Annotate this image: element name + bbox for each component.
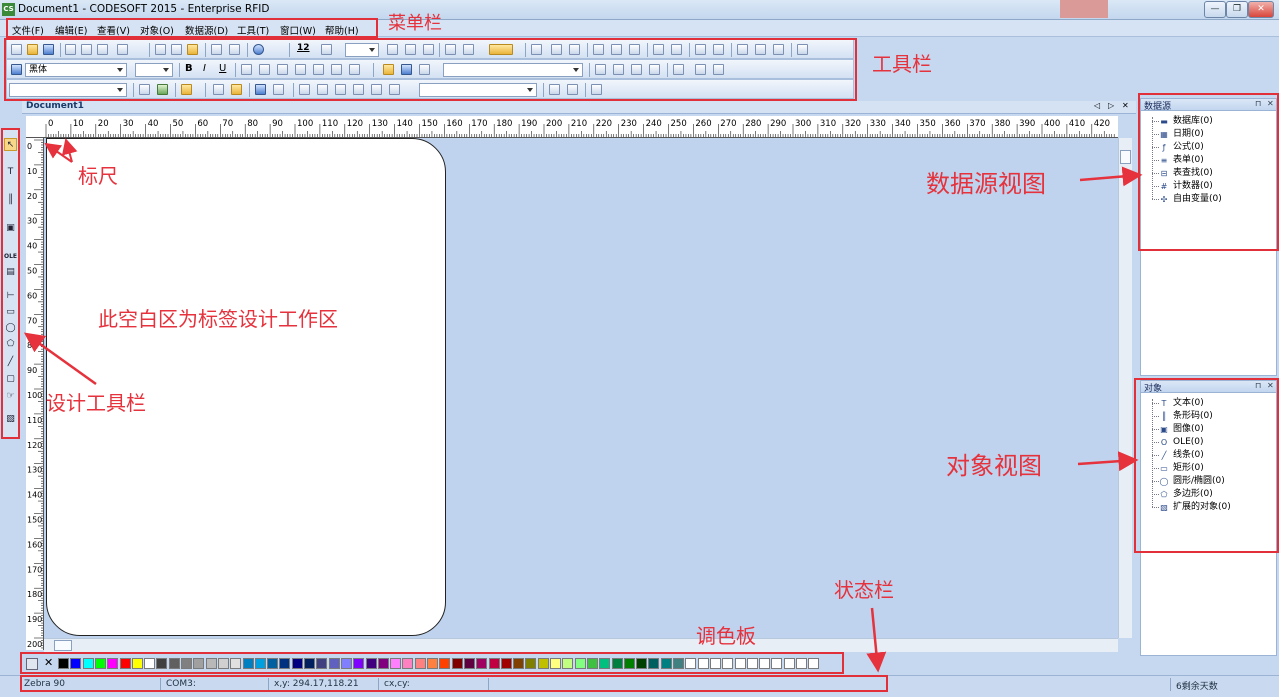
design-toolbar-arrow <box>23 332 97 386</box>
statusbar-arrow <box>866 607 887 673</box>
annotation-arrows <box>23 138 1143 673</box>
datasource-arrow <box>1079 166 1143 187</box>
objects-arrow <box>1077 451 1139 472</box>
